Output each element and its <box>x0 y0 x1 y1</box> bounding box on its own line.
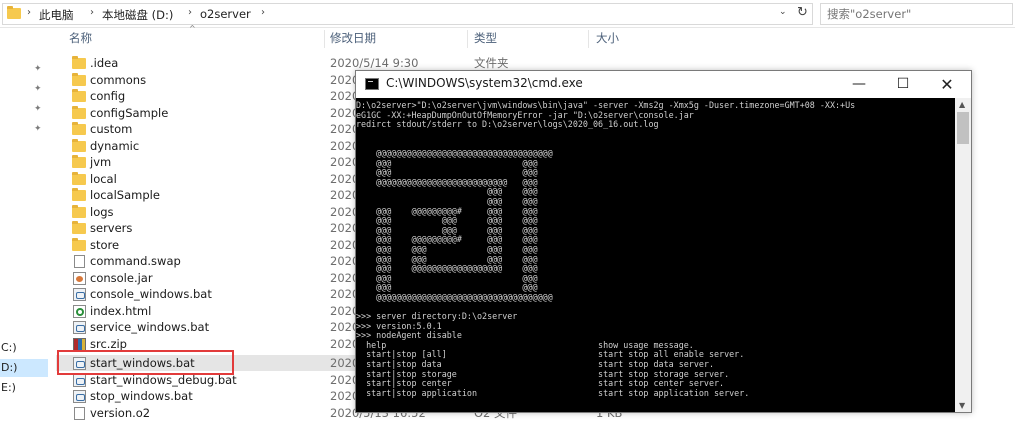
batch-file-icon <box>73 321 86 334</box>
maximize-button[interactable]: ☐ <box>881 71 925 98</box>
folder-icon <box>72 204 86 218</box>
pin-icon[interactable]: ✦ <box>34 104 42 114</box>
html-file-icon <box>73 304 86 318</box>
refresh-icon[interactable]: ↻ <box>797 5 808 20</box>
vertical-scrollbar[interactable]: ▲ ▼ <box>955 98 971 412</box>
file-name: store <box>90 237 120 252</box>
pin-icon[interactable]: ✦ <box>34 64 42 74</box>
file-name: command.swap <box>90 254 181 268</box>
batch-file-icon <box>73 288 86 301</box>
cmd-title-bar[interactable]: C:\WINDOWS\system32\cmd.exe — ☐ ✕ <box>356 71 971 98</box>
scroll-up-icon[interactable]: ▲ <box>959 100 965 109</box>
file-name: service_windows.bat <box>90 320 210 334</box>
cmd-window[interactable]: C:\WINDOWS\system32\cmd.exe — ☐ ✕ D:\o2s… <box>355 70 972 413</box>
nav-item-drive-d[interactable]: D:) <box>0 359 48 377</box>
breadcrumb-o2server[interactable]: o2server <box>200 7 251 21</box>
chevron-right-icon[interactable]: › <box>188 7 192 18</box>
file-name: dynamic <box>90 138 140 153</box>
sort-up-icon: ^ <box>189 24 196 33</box>
file-name: console.jar <box>90 270 153 285</box>
column-divider[interactable] <box>467 30 468 48</box>
file-name: commons <box>90 72 147 87</box>
console-output-area[interactable]: D:\o2server>"D:\o2server\jvm\windows\bin… <box>356 98 955 412</box>
navigation-pane: ✦ ✦ ✦ ✦ C:) D:) E:) <box>0 28 50 424</box>
folder-icon <box>72 72 86 86</box>
pin-icon[interactable]: ✦ <box>34 124 42 134</box>
file-name: console_windows.bat <box>90 287 212 301</box>
folder-icon <box>72 188 86 201</box>
pin-icon[interactable]: ✦ <box>34 84 42 94</box>
column-header-date[interactable]: 修改日期 <box>330 30 376 46</box>
address-bar: › 此电脑 › 本地磁盘 (D:) › o2server › ⌄ ↻ <box>0 0 1015 28</box>
zip-file-icon <box>73 337 86 351</box>
search-field[interactable] <box>820 3 1013 25</box>
breadcrumb-this-pc[interactable]: 此电脑 <box>39 7 74 23</box>
jar-file-icon <box>73 271 86 285</box>
address-field[interactable]: › 此电脑 › 本地磁盘 (D:) › o2server › ⌄ ↻ <box>2 3 813 25</box>
file-icon <box>74 406 85 420</box>
file-name: config <box>90 89 126 103</box>
file-name: local <box>90 171 117 186</box>
cmd-title: C:\WINDOWS\system32\cmd.exe <box>386 76 583 90</box>
folder-icon <box>72 155 86 168</box>
console-output: D:\o2server>"D:\o2server\jvm\windows\bin… <box>356 100 856 398</box>
column-header-name[interactable]: 名称 <box>69 30 92 46</box>
chevron-right-icon[interactable]: › <box>261 7 265 18</box>
file-row[interactable]: .idea 2020/5/14 9:30 文件夹 <box>56 55 956 71</box>
file-icon <box>74 255 85 268</box>
nav-item-drive-c[interactable]: C:) <box>0 339 48 357</box>
highlight-box <box>57 350 234 375</box>
folder-icon <box>72 105 86 119</box>
file-name: stop_windows.bat <box>90 389 193 403</box>
column-divider[interactable] <box>588 30 589 48</box>
file-name: index.html <box>90 303 152 318</box>
file-date: 2020/5/14 9:30 <box>330 56 419 70</box>
scroll-down-icon[interactable]: ▼ <box>959 401 965 410</box>
column-header-size[interactable]: 大小 <box>596 30 619 46</box>
file-type: 文件夹 <box>474 56 509 70</box>
folder-icon <box>7 6 21 19</box>
breadcrumb-drive-d[interactable]: 本地磁盘 (D:) <box>102 7 173 23</box>
scrollbar-thumb[interactable] <box>957 112 969 144</box>
chevron-right-icon[interactable]: › <box>90 7 94 18</box>
folder-icon <box>72 171 86 185</box>
folder-icon <box>72 122 86 135</box>
close-button[interactable]: ✕ <box>925 71 969 98</box>
file-name: .idea <box>90 56 119 70</box>
file-name: servers <box>90 221 133 235</box>
folder-icon <box>72 89 86 102</box>
file-name: logs <box>90 204 114 219</box>
chevron-down-icon[interactable]: ⌄ <box>779 7 787 17</box>
folder-icon <box>72 56 86 69</box>
column-divider[interactable] <box>324 30 325 48</box>
minimize-button[interactable]: — <box>837 71 881 98</box>
cmd-icon <box>365 78 379 90</box>
file-name: configSample <box>90 105 169 120</box>
folder-icon <box>72 237 86 251</box>
batch-file-icon <box>73 373 86 387</box>
file-name: localSample <box>90 188 160 202</box>
file-name: custom <box>90 122 133 136</box>
batch-file-icon <box>73 390 86 403</box>
file-name: version.o2 <box>90 405 151 420</box>
folder-icon <box>72 221 86 234</box>
folder-icon <box>72 138 86 152</box>
nav-item-drive-e[interactable]: E:) <box>0 379 48 397</box>
column-header-type[interactable]: 类型 <box>474 30 497 46</box>
file-name: jvm <box>90 155 112 169</box>
search-input[interactable] <box>821 4 1012 24</box>
chevron-right-icon[interactable]: › <box>27 7 31 18</box>
